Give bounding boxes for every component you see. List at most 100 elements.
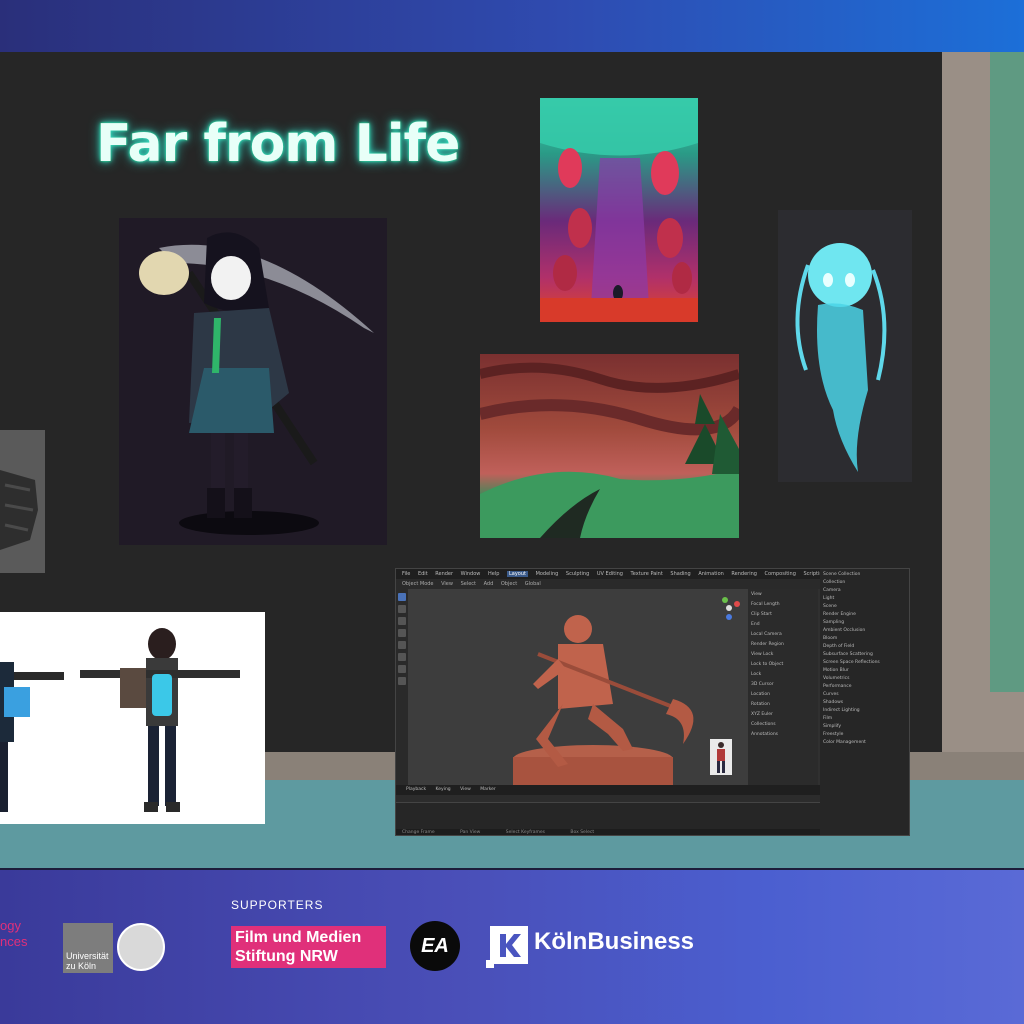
blender-tab-uv-editing[interactable]: UV Editing bbox=[597, 571, 623, 577]
blender-tab-texture-paint[interactable]: Texture Paint bbox=[631, 571, 663, 577]
npanel-item: Rotation bbox=[751, 702, 770, 707]
outliner-item[interactable]: Screen Space Reflections bbox=[823, 660, 908, 665]
outliner-item[interactable]: Film bbox=[823, 716, 908, 721]
outliner-item[interactable]: Bloom bbox=[823, 636, 908, 641]
outliner-item[interactable]: Scene bbox=[823, 604, 908, 609]
outliner-item[interactable]: Collection bbox=[823, 580, 908, 585]
blender-3d-viewport[interactable] bbox=[408, 589, 748, 785]
annotate-tool-icon[interactable] bbox=[398, 665, 406, 673]
university-seal-icon bbox=[117, 923, 165, 971]
blender-screenshot: File Edit Render Window Help Layout Mode… bbox=[395, 568, 910, 836]
outliner-item[interactable]: Ambient Occlusion bbox=[823, 628, 908, 633]
partial-institution-logo: ogy nces bbox=[0, 918, 27, 950]
ea-logo: EA bbox=[410, 921, 460, 971]
partial-logo-line: nces bbox=[0, 934, 28, 949]
npanel-item: Lock to Object bbox=[751, 662, 784, 667]
blender-transform-orientation[interactable]: Global bbox=[525, 581, 541, 587]
outliner-item[interactable]: Light bbox=[823, 596, 908, 601]
blender-tab-animation[interactable]: Animation bbox=[698, 571, 724, 577]
top-banner bbox=[0, 0, 1024, 52]
outliner-item[interactable]: Volumetrics bbox=[823, 676, 908, 681]
blender-tab-layout[interactable]: Layout bbox=[506, 571, 528, 577]
outliner-item[interactable]: Depth of Field bbox=[823, 644, 908, 649]
status-hint: Change Frame bbox=[402, 830, 435, 835]
blender-mode-select[interactable]: Object Mode bbox=[402, 581, 434, 587]
blender-menu-render[interactable]: Render bbox=[435, 571, 453, 577]
blender-add-menu[interactable]: Add bbox=[484, 581, 494, 587]
npanel-item: Clip Start bbox=[751, 612, 772, 617]
npanel-item[interactable]: Local Camera bbox=[751, 632, 815, 637]
navigation-gizmo-icon[interactable] bbox=[716, 595, 742, 625]
blender-select-menu[interactable]: Select bbox=[461, 581, 476, 587]
artwork-forest-painting bbox=[540, 98, 698, 322]
timeline-marker-menu[interactable]: Marker bbox=[480, 787, 496, 792]
cursor-tool-icon[interactable] bbox=[398, 605, 406, 613]
select-tool-icon[interactable] bbox=[398, 593, 406, 601]
npanel-item[interactable]: XYZ Euler bbox=[751, 712, 815, 717]
reference-image-thumbnail bbox=[710, 739, 732, 775]
timeline-header: Playback Keying View Marker bbox=[396, 785, 820, 795]
artwork-landscape-painting bbox=[480, 354, 739, 538]
supporters-heading: SUPPORTERS bbox=[231, 898, 324, 912]
outliner-item[interactable]: Camera bbox=[823, 588, 908, 593]
measure-tool-icon[interactable] bbox=[398, 677, 406, 685]
blender-view-menu[interactable]: View bbox=[441, 581, 453, 587]
outliner-item[interactable]: Performance bbox=[823, 684, 908, 689]
blender-timeline[interactable]: Playback Keying View Marker Change Frame… bbox=[396, 785, 820, 835]
film-logo-line: Stiftung NRW bbox=[235, 948, 338, 965]
film-logo-line: Film und Medien bbox=[235, 929, 362, 946]
outliner-item[interactable]: Scene Collection bbox=[823, 572, 908, 577]
npanel-item[interactable]: View Lock bbox=[751, 652, 815, 657]
npanel-item[interactable]: View bbox=[751, 592, 815, 597]
outliner-item[interactable]: Freestyle bbox=[823, 732, 908, 737]
outliner-item[interactable]: Motion Blur bbox=[823, 668, 908, 673]
npanel-item: End bbox=[751, 622, 760, 627]
blender-status-bar: Change Frame Pan View Select Keyframes B… bbox=[396, 829, 820, 835]
blender-sidebar-panel: View Focal Length Clip Start End Local C… bbox=[748, 589, 818, 785]
outliner-item[interactable]: Shadows bbox=[823, 700, 908, 705]
outliner-item[interactable]: Sampling bbox=[823, 620, 908, 625]
rotate-tool-icon[interactable] bbox=[398, 629, 406, 637]
npanel-item[interactable]: Render Region bbox=[751, 642, 815, 647]
timeline-playback-menu[interactable]: Playback bbox=[406, 787, 426, 792]
blender-object-menu[interactable]: Object bbox=[501, 581, 517, 587]
npanel-item[interactable]: Collections bbox=[751, 722, 815, 727]
outliner-item[interactable]: Color Management bbox=[823, 740, 908, 745]
npanel-item: Focal Length bbox=[751, 602, 780, 607]
blender-menu-help[interactable]: Help bbox=[488, 571, 499, 577]
outliner-item[interactable]: Subsurface Scattering bbox=[823, 652, 908, 657]
partial-logo-line: ogy bbox=[0, 918, 21, 933]
koelnbusiness-icon bbox=[486, 926, 528, 968]
scale-tool-icon[interactable] bbox=[398, 641, 406, 649]
outliner-item[interactable]: Indirect Lighting bbox=[823, 708, 908, 713]
blender-tab-rendering[interactable]: Rendering bbox=[731, 571, 757, 577]
blender-tab-modeling[interactable]: Modeling bbox=[536, 571, 559, 577]
transform-tool-icon[interactable] bbox=[398, 653, 406, 661]
artwork-character-tpose-sheet bbox=[0, 612, 265, 824]
npanel-item[interactable]: Lock bbox=[751, 672, 815, 677]
presentation-title: Far from Life bbox=[96, 114, 460, 174]
outliner-item[interactable]: Render Engine bbox=[823, 612, 908, 617]
gallery-green-panel bbox=[990, 52, 1024, 692]
status-hint: Box Select bbox=[570, 830, 595, 835]
move-tool-icon[interactable] bbox=[398, 617, 406, 625]
university-cologne-logo: Universität zu Köln bbox=[63, 923, 113, 973]
timeline-keying-menu[interactable]: Keying bbox=[436, 787, 451, 792]
npanel-item[interactable]: Annotations bbox=[751, 732, 815, 737]
outliner-item[interactable]: Curves bbox=[823, 692, 908, 697]
timeline-frame-ruler[interactable] bbox=[396, 795, 820, 803]
blender-tool-shelf bbox=[396, 589, 408, 785]
koelnbusiness-logo: KölnBusiness bbox=[534, 928, 695, 955]
blender-tab-sculpting[interactable]: Sculpting bbox=[566, 571, 589, 577]
blender-tab-shading[interactable]: Shading bbox=[670, 571, 690, 577]
blender-menu-window[interactable]: Window bbox=[461, 571, 481, 577]
presentation-stage: Far from Life File Edit Render Window He… bbox=[0, 52, 1024, 870]
blender-menu-file[interactable]: File bbox=[402, 571, 410, 577]
npanel-item[interactable]: 3D Cursor bbox=[751, 682, 815, 687]
blender-tab-compositing[interactable]: Compositing bbox=[765, 571, 796, 577]
artwork-rock-model bbox=[0, 430, 45, 573]
outliner-item[interactable]: Simplify bbox=[823, 724, 908, 729]
timeline-view-menu[interactable]: View bbox=[460, 787, 471, 792]
npanel-item: Location bbox=[751, 692, 771, 697]
blender-menu-edit[interactable]: Edit bbox=[418, 571, 428, 577]
